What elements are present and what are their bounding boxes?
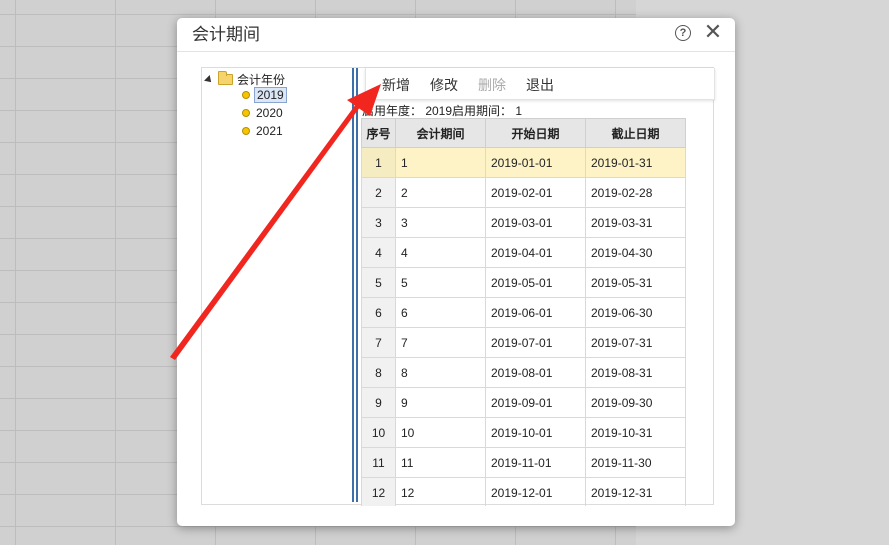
tree-item-2019[interactable]: 2019 [242,87,287,103]
toolbar: 新增 修改 删除 退出 [365,68,715,100]
cell-start-date: 2019-08-01 [485,357,586,388]
tree-item-2020[interactable]: 2020 [242,105,285,121]
period-table-container: 序号 会计期间 开始日期 截止日期 1 1 2019-01-01 2019-01-31… [361,118,686,506]
table-header-row: 序号 会计期间 开始日期 截止日期 [361,118,686,148]
dialog-title: 会计期间 [192,25,260,44]
expand-triangle-icon[interactable] [204,74,214,85]
table-row[interactable]: 4 4 2019-04-01 2019-04-30 [361,237,686,268]
cell-end-date: 2019-07-31 [585,327,686,358]
cell-end-date: 2019-12-31 [585,477,686,506]
table-row[interactable]: 8 8 2019-08-01 2019-08-31 [361,357,686,388]
cell-period: 8 [395,357,486,388]
table-row[interactable]: 9 9 2019-09-01 2019-09-30 [361,387,686,418]
cell-index: 6 [361,297,396,328]
cell-period: 12 [395,477,486,506]
cell-start-date: 2019-03-01 [485,207,586,238]
add-button[interactable]: 新增 [382,75,410,95]
tree-item-label: 2020 [256,106,283,120]
table-row[interactable]: 5 5 2019-05-01 2019-05-31 [361,267,686,298]
accounting-period-dialog: 会计期间 ? ✕ 会计年份 2019 2020 2021 新增 修改 删除 退出… [177,18,735,526]
dot-icon [242,109,250,117]
tree-root[interactable]: 会计年份 [204,71,286,88]
dot-icon [242,91,250,99]
folder-icon [218,71,233,85]
cell-period: 7 [395,327,486,358]
exit-button[interactable]: 退出 [526,75,554,95]
tree-root-label: 会计年份 [237,73,286,87]
table-body: 1 1 2019-01-01 2019-01-31 2 2 2019-02-01 2019-0… [361,147,686,506]
header-index: 序号 [361,118,396,148]
table-row[interactable]: 7 7 2019-07-01 2019-07-31 [361,327,686,358]
dot-icon [242,127,250,135]
cell-end-date: 2019-11-30 [585,447,686,478]
cell-period: 5 [395,267,486,298]
cell-period: 11 [395,447,486,478]
cell-index: 3 [361,207,396,238]
cell-index: 10 [361,417,396,448]
cell-end-date: 2019-03-31 [585,207,686,238]
cell-index: 1 [361,147,396,178]
cell-end-date: 2019-04-30 [585,237,686,268]
table-row[interactable]: 3 3 2019-03-01 2019-03-31 [361,207,686,238]
panel-splitter[interactable] [352,68,358,502]
cell-period: 2 [395,177,486,208]
title-divider [177,51,735,52]
cell-end-date: 2019-02-28 [585,177,686,208]
content-panel: 会计年份 2019 2020 2021 新增 修改 删除 退出 启用年度： 20… [201,67,715,506]
cell-start-date: 2019-02-01 [485,177,586,208]
cell-start-date: 2019-09-01 [485,387,586,418]
table-row[interactable]: 1 1 2019-01-01 2019-01-31 [361,147,686,178]
delete-button[interactable]: 删除 [478,75,506,95]
period-info: 启用年度： 2019启用期间： 1 [362,104,523,118]
cell-period: 10 [395,417,486,448]
cell-index: 2 [361,177,396,208]
cell-index: 12 [361,477,396,506]
cell-start-date: 2019-04-01 [485,237,586,268]
table-row[interactable]: 10 10 2019-10-01 2019-10-31 [361,417,686,448]
year-tree: 会计年份 2019 2020 2021 [202,68,352,504]
cell-period: 4 [395,237,486,268]
cell-start-date: 2019-07-01 [485,327,586,358]
table-row[interactable]: 12 12 2019-12-01 2019-12-31 [361,477,686,506]
help-icon[interactable]: ? [675,25,691,41]
header-period: 会计期间 [395,118,486,148]
tree-item-label: 2021 [256,124,283,138]
cell-index: 5 [361,267,396,298]
table-row[interactable]: 2 2 2019-02-01 2019-02-28 [361,177,686,208]
period-table: 序号 会计期间 开始日期 截止日期 1 1 2019-01-01 2019-01-31… [361,118,686,506]
cell-period: 9 [395,387,486,418]
cell-start-date: 2019-01-01 [485,147,586,178]
cell-period: 1 [395,147,486,178]
cell-index: 8 [361,357,396,388]
cell-start-date: 2019-06-01 [485,297,586,328]
cell-end-date: 2019-09-30 [585,387,686,418]
cell-index: 11 [361,447,396,478]
table-row[interactable]: 6 6 2019-06-01 2019-06-30 [361,297,686,328]
cell-start-date: 2019-05-01 [485,267,586,298]
cell-end-date: 2019-01-31 [585,147,686,178]
cell-start-date: 2019-12-01 [485,477,586,506]
cell-start-date: 2019-11-01 [485,447,586,478]
header-start-date: 开始日期 [485,118,586,148]
cell-index: 9 [361,387,396,418]
cell-end-date: 2019-08-31 [585,357,686,388]
cell-start-date: 2019-10-01 [485,417,586,448]
edit-button[interactable]: 修改 [430,75,458,95]
tree-item-label: 2019 [254,87,287,103]
tree-item-2021[interactable]: 2021 [242,123,285,139]
cell-end-date: 2019-10-31 [585,417,686,448]
cell-end-date: 2019-06-30 [585,297,686,328]
cell-index: 7 [361,327,396,358]
close-icon[interactable]: ✕ [703,21,723,43]
table-row[interactable]: 11 11 2019-11-01 2019-11-30 [361,447,686,478]
cell-period: 6 [395,297,486,328]
cell-period: 3 [395,207,486,238]
header-end-date: 截止日期 [585,118,686,148]
cell-index: 4 [361,237,396,268]
cell-end-date: 2019-05-31 [585,267,686,298]
